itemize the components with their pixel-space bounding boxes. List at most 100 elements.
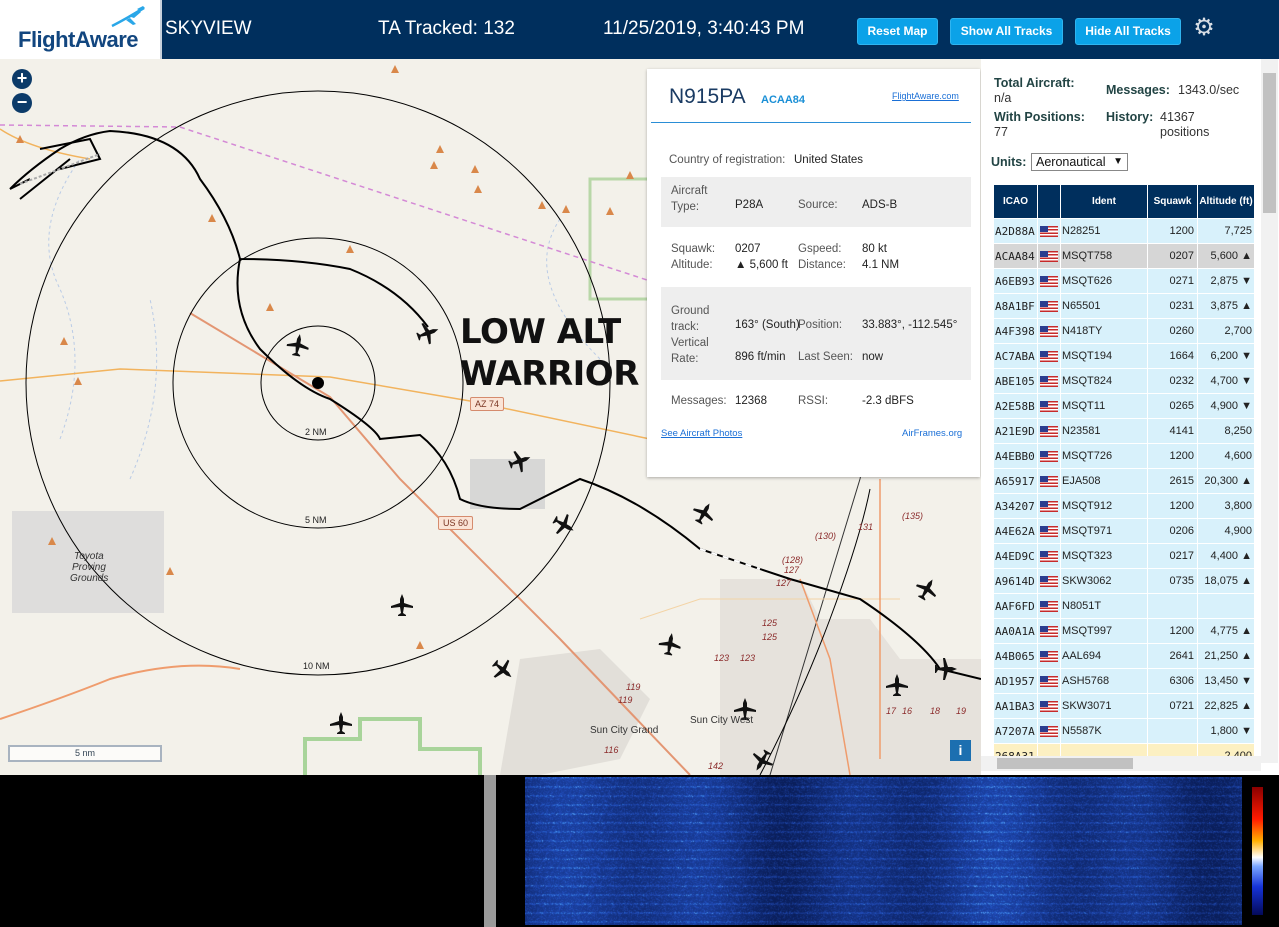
units-select[interactable]: Aeronautical ▼ xyxy=(1031,153,1128,171)
table-row[interactable]: AAF6FD N8051T xyxy=(994,594,1254,618)
aircraft-icon[interactable] xyxy=(548,509,580,541)
road-number: (128) xyxy=(782,555,804,565)
table-row[interactable]: A7207A N5587K 1,800 ▼ xyxy=(994,719,1254,743)
aircraft-icon[interactable] xyxy=(911,573,943,605)
squawk-value: 0207 xyxy=(735,243,761,255)
us-flag-icon xyxy=(1040,700,1058,712)
altitude-cell: 2,875 ▼ xyxy=(1198,269,1254,293)
table-row[interactable]: A8A1BF N65501 0231 3,875 ▲ xyxy=(994,294,1254,318)
show-all-tracks-button[interactable]: Show All Tracks xyxy=(950,18,1063,45)
horizontal-scrollbar[interactable] xyxy=(981,756,1261,771)
aircraft-icon[interactable] xyxy=(657,631,683,657)
table-header-row: ICAO Ident Squawk Altitude (ft) xyxy=(994,185,1254,218)
table-row[interactable]: A4F398 N418TY 0260 2,700 xyxy=(994,319,1254,343)
road-number: 127 xyxy=(784,565,800,575)
us-flag-icon xyxy=(1040,600,1058,612)
aircraft-icon[interactable] xyxy=(413,318,443,348)
place-label: Proving xyxy=(72,562,106,573)
squawk-cell: 2641 xyxy=(1148,644,1197,668)
aircraft-icon[interactable] xyxy=(505,446,535,476)
table-row[interactable]: A21E9D N23581 4141 8,250 xyxy=(994,419,1254,443)
col-altitude[interactable]: Altitude (ft) xyxy=(1198,185,1254,218)
table-row[interactable]: A34207 MSQT912 1200 3,800 xyxy=(994,494,1254,518)
icao-cell: AA0A1A xyxy=(994,619,1037,643)
hide-all-tracks-button[interactable]: Hide All Tracks xyxy=(1075,18,1181,45)
aircraft-icon[interactable] xyxy=(330,712,352,734)
position-value: 33.883°, -112.545° xyxy=(862,319,958,331)
aircraft-icon[interactable] xyxy=(688,497,720,529)
table-row[interactable]: A4ED9C MSQT323 0217 4,400 ▲ xyxy=(994,544,1254,568)
icao-cell: AC7ABA xyxy=(994,344,1037,368)
gear-icon[interactable]: ⚙ xyxy=(1191,15,1217,41)
table-row[interactable]: A4B065 AAL694 2641 21,250 ▲ xyxy=(994,644,1254,668)
reset-map-button[interactable]: Reset Map xyxy=(857,18,938,45)
altitude-cell: 13,450 ▼ xyxy=(1198,669,1254,693)
annotation-line-1: LOW ALT xyxy=(460,312,621,352)
aircraft-icon[interactable] xyxy=(935,658,957,680)
vertical-scrollbar[interactable] xyxy=(1261,59,1278,763)
scroll-thumb[interactable] xyxy=(1263,73,1276,213)
units-select-value: Aeronautical xyxy=(1036,155,1106,169)
squawk-cell: 0260 xyxy=(1148,319,1197,343)
icao-cell: A6EB93 xyxy=(994,269,1037,293)
table-row[interactable]: AD1957 ASH5768 6306 13,450 ▼ xyxy=(994,669,1254,693)
aircraft-icon[interactable] xyxy=(285,332,311,358)
col-squawk[interactable]: Squawk xyxy=(1148,185,1197,218)
map-view[interactable]: + − LOW ALT WARRIOR 2 NM 5 NM 10 NM AZ 7… xyxy=(0,59,981,775)
road-number: 119 xyxy=(618,695,633,705)
us-flag-icon xyxy=(1040,250,1058,262)
ident-cell: AAL694 xyxy=(1061,644,1147,668)
units-label: Units: xyxy=(991,155,1027,169)
source-value: ADS-B xyxy=(862,199,898,211)
aircraft-table-body: A2D88A N28251 1200 7,725 ACAA84 MSQT758 0207 5,… xyxy=(994,219,1254,768)
road-number: 125 xyxy=(762,632,778,642)
airframes-link[interactable]: AirFrames.org xyxy=(902,428,962,439)
zoom-out-button[interactable]: − xyxy=(12,93,32,113)
table-row[interactable]: AC7ABA MSQT194 1664 6,200 ▼ xyxy=(994,344,1254,368)
place-label: Grounds xyxy=(70,573,109,584)
table-row[interactable]: AA0A1A MSQT997 1200 4,775 ▲ xyxy=(994,619,1254,643)
table-row[interactable]: A2E58B MSQT11 0265 4,900 ▼ xyxy=(994,394,1254,418)
flightaware-logo[interactable]: FlightAware xyxy=(0,0,162,59)
col-ident[interactable]: Ident xyxy=(1061,185,1147,218)
table-row[interactable]: A6EB93 MSQT626 0271 2,875 ▼ xyxy=(994,269,1254,293)
aircraft-icon[interactable] xyxy=(746,745,778,775)
scroll-thumb[interactable] xyxy=(997,758,1133,769)
col-flag[interactable] xyxy=(1038,185,1060,218)
altitude-cell: 4,775 ▲ xyxy=(1198,619,1254,643)
table-row[interactable]: A2D88A N28251 1200 7,725 xyxy=(994,219,1254,243)
table-row[interactable]: A65917 EJA508 2615 20,300 ▲ xyxy=(994,469,1254,493)
flag-cell xyxy=(1038,244,1060,268)
us-flag-icon xyxy=(1040,575,1058,587)
place-label: Toyota xyxy=(74,551,104,562)
aircraft-photos-link[interactable]: See Aircraft Photos xyxy=(661,428,742,439)
aircraft-icon[interactable] xyxy=(886,674,908,696)
logo-text: FlightAware xyxy=(18,27,139,52)
messages-rate-label: Messages: xyxy=(1106,83,1170,97)
vertical-rate-value: 896 ft/min xyxy=(735,351,786,363)
info-icon[interactable]: i xyxy=(950,740,971,761)
zoom-in-button[interactable]: + xyxy=(12,69,32,89)
place-label: Sun City West xyxy=(690,715,754,726)
with-positions-label: With Positions: xyxy=(994,110,1085,124)
detail-divider xyxy=(651,122,971,123)
table-row[interactable]: ACAA84 MSQT758 0207 5,600 ▲ xyxy=(994,244,1254,268)
panel-separator[interactable] xyxy=(484,775,496,927)
waterfall-spectrogram xyxy=(525,777,1242,925)
vertical-rate-label: Vertical Rate: xyxy=(671,337,709,365)
road-number: 127 xyxy=(776,578,792,588)
flag-cell xyxy=(1038,344,1060,368)
table-row[interactable]: A9614D SKW3062 0735 18,075 ▲ xyxy=(994,569,1254,593)
table-row[interactable]: ABE105 MSQT824 0232 4,700 ▼ xyxy=(994,369,1254,393)
table-row[interactable]: A4EBB0 MSQT726 1200 4,600 xyxy=(994,444,1254,468)
table-row[interactable]: AA1BA3 SKW3071 0721 22,825 ▲ xyxy=(994,694,1254,718)
col-icao[interactable]: ICAO xyxy=(994,185,1037,218)
aircraft-icon[interactable] xyxy=(391,594,413,616)
road-number: (135) xyxy=(902,511,924,521)
flightaware-link[interactable]: FlightAware.com xyxy=(892,91,959,101)
ident-cell: MSQT824 xyxy=(1061,369,1147,393)
map-scale: 5 nm xyxy=(8,745,162,762)
aircraft-icon[interactable] xyxy=(487,654,519,686)
flag-cell xyxy=(1038,619,1060,643)
table-row[interactable]: A4E62A MSQT971 0206 4,900 xyxy=(994,519,1254,543)
